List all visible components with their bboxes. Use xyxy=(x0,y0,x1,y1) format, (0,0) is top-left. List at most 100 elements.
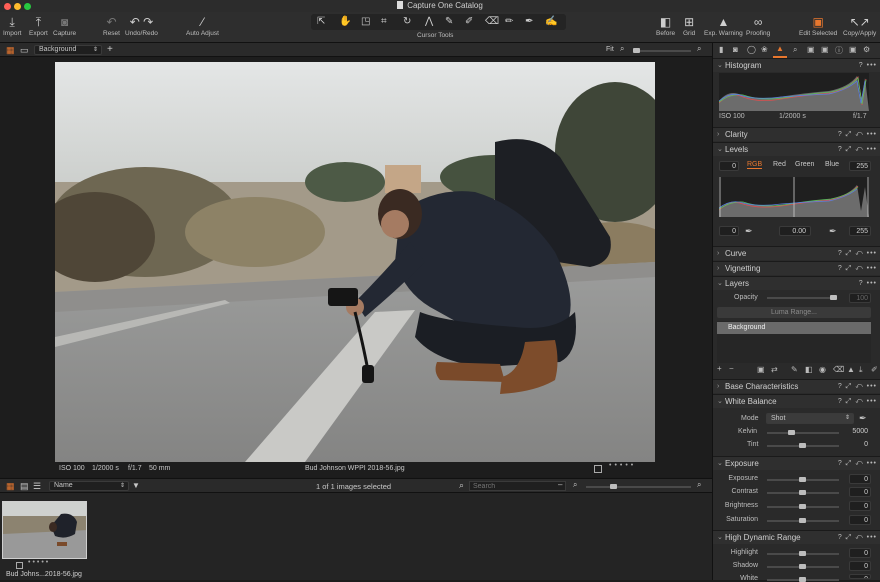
clear-search-icon[interactable]: – xyxy=(558,480,562,489)
thumbnail[interactable] xyxy=(2,501,87,559)
exposure-slider-knob[interactable] xyxy=(799,477,806,482)
section-actions[interactable]: ? ⤢ ↶ ••• xyxy=(838,143,877,156)
tint-value[interactable]: 0 xyxy=(864,441,868,448)
levels-tab-green[interactable]: Green xyxy=(795,161,814,168)
pan-hand-icon[interactable]: ✋ xyxy=(339,15,351,29)
mask-download-icon[interactable]: ⤓ xyxy=(859,365,863,375)
levels-histogram[interactable] xyxy=(718,177,869,217)
capture-button[interactable]: ◙ Capture xyxy=(53,14,76,37)
levels-input-high[interactable]: 255 xyxy=(849,161,871,171)
loupe-icon[interactable]: ◳ xyxy=(361,15,370,29)
layer-view-icon[interactable]: ▣ xyxy=(757,365,765,374)
shadow-slider[interactable] xyxy=(767,564,839,569)
select-checkbox[interactable] xyxy=(594,465,602,473)
brightness-slider-knob[interactable] xyxy=(799,504,806,509)
linear-gradient-icon[interactable]: ◧ xyxy=(805,365,813,374)
layers-header[interactable]: ⌄ Layers? ••• xyxy=(713,276,880,290)
local-adjustments-tab-icon[interactable]: ▣ xyxy=(807,45,815,54)
section-actions[interactable]: ? ⤢ ↶ ••• xyxy=(838,531,877,544)
exposure-header[interactable]: ⌄ Exposure? ⤢ ↶ ••• xyxy=(713,456,880,470)
thumb-size-large-icon[interactable]: ⌕ xyxy=(697,480,701,490)
details-tab-icon[interactable]: ⌕ xyxy=(793,45,797,55)
rotate-icon[interactable]: ↻ xyxy=(403,15,411,29)
brightness-value[interactable]: 0 xyxy=(849,501,871,511)
exposure-slider[interactable] xyxy=(767,477,839,482)
browser-grid-icon[interactable]: ▦ xyxy=(6,481,15,492)
spot-removal-icon[interactable]: ✎ xyxy=(445,15,453,29)
add-layer-icon[interactable]: + xyxy=(717,364,722,373)
clarity-header[interactable]: › Clarity? ⤢ ↶ ••• xyxy=(713,127,880,141)
grid-button[interactable]: ⊞ Grid xyxy=(683,14,695,37)
zoom-out-icon[interactable]: ⌕ xyxy=(620,44,624,54)
layer-select[interactable]: Background ⇕ xyxy=(34,45,102,55)
histogram-header[interactable]: ⌄ Histogram? ••• xyxy=(713,58,880,72)
wb-picker-icon[interactable]: ✒ xyxy=(859,413,867,424)
zoom-slider-knob[interactable] xyxy=(633,48,640,53)
section-actions[interactable]: ? ⤢ ↶ ••• xyxy=(838,395,877,408)
section-actions[interactable]: ? ⤢ ↶ ••• xyxy=(838,262,877,275)
capture-tab-icon[interactable]: ◙ xyxy=(733,45,738,54)
exposure-warning-button[interactable]: ▲ Exp. Warning xyxy=(704,14,743,37)
remove-layer-icon[interactable]: − xyxy=(729,364,734,373)
levels-header[interactable]: ⌄ Levels? ⤢ ↶ ••• xyxy=(713,142,880,156)
rating-dots[interactable]: ••••• xyxy=(609,462,636,469)
exposure-tab-icon[interactable]: ▲ xyxy=(776,44,784,53)
luma-range-button[interactable]: Luma Range... xyxy=(717,307,871,318)
output-tab-icon[interactable]: ▣ xyxy=(821,45,829,54)
base-characteristics-header[interactable]: › Base Characteristics? ⤢ ↶ ••• xyxy=(713,379,880,393)
exposure-value[interactable]: 0 xyxy=(849,474,871,484)
levels-output-low[interactable]: 0 xyxy=(719,226,739,236)
levels-output-high[interactable]: 255 xyxy=(849,226,871,236)
filter-icon[interactable]: ▼ xyxy=(132,481,140,490)
search-input[interactable] xyxy=(469,481,566,491)
wb-mode-select[interactable]: Shot ⇕ xyxy=(766,413,854,424)
tint-slider[interactable] xyxy=(767,443,839,448)
select-cursor-icon[interactable]: ⇱ xyxy=(317,15,325,29)
crop-icon[interactable]: ⌗ xyxy=(381,15,387,29)
library-tab-icon[interactable]: ▮ xyxy=(719,45,723,54)
mask-brush-icon[interactable]: ✐ xyxy=(871,365,878,374)
saturation-value[interactable]: 0 xyxy=(849,515,871,525)
highlight-slider-knob[interactable] xyxy=(799,551,806,556)
erase-mask-icon[interactable]: ⌫ xyxy=(833,365,844,374)
color-tab-icon[interactable]: ❀ xyxy=(761,45,768,54)
auto-adjust-button[interactable]: ⁄ Auto Adjust xyxy=(186,14,219,37)
zoom-in-icon[interactable]: ⌕ xyxy=(697,44,701,54)
zoom-slider[interactable] xyxy=(633,48,691,53)
metadata-tab-icon[interactable]: ⓘ xyxy=(835,45,843,56)
thumbnail-rating-dots[interactable]: ••••• xyxy=(28,559,50,566)
annotate-icon[interactable]: ✍ xyxy=(545,15,557,29)
curve-header[interactable]: › Curve? ⤢ ↶ ••• xyxy=(713,246,880,260)
close-window-button[interactable] xyxy=(4,3,11,10)
opacity-value[interactable]: 100 xyxy=(849,293,871,303)
section-actions[interactable]: ? ⤢ ↶ ••• xyxy=(838,128,877,141)
saturation-slider-knob[interactable] xyxy=(799,518,806,523)
brush-icon[interactable]: ✐ xyxy=(465,15,473,29)
levels-tab-rgb[interactable]: RGB xyxy=(747,161,763,169)
minimize-window-button[interactable] xyxy=(14,3,21,10)
grid-view-icon[interactable]: ▦ xyxy=(6,45,15,56)
copy-apply-button[interactable]: ↖↗ Copy/Apply xyxy=(843,14,876,37)
brightness-slider[interactable] xyxy=(767,504,839,509)
shadow-value[interactable]: 0 xyxy=(849,561,871,571)
vignetting-header[interactable]: › Vignetting? ⤢ ↶ ••• xyxy=(713,261,880,275)
saturation-slider[interactable] xyxy=(767,518,839,523)
highlight-slider[interactable] xyxy=(767,551,839,556)
browser-filmstrip-icon[interactable]: ▤ xyxy=(20,481,29,492)
export-button[interactable]: ⤒ Export xyxy=(29,14,48,37)
undo-redo-button[interactable]: ↶ ↷ Undo/Redo xyxy=(125,14,158,37)
kelvin-value[interactable]: 5000 xyxy=(852,428,868,435)
thumbnail-checkbox[interactable] xyxy=(16,562,23,569)
opacity-slider[interactable] xyxy=(767,295,837,300)
draw-mask-icon[interactable]: ✎ xyxy=(791,365,798,374)
hdr-header[interactable]: ⌄ High Dynamic Range? ⤢ ↶ ••• xyxy=(713,530,880,544)
shadow-slider-knob[interactable] xyxy=(799,564,806,569)
reset-button[interactable]: ↶ Reset xyxy=(103,14,120,37)
tint-slider-knob[interactable] xyxy=(799,443,806,448)
kelvin-slider[interactable] xyxy=(767,430,839,435)
white-point-picker-icon[interactable]: ✒ xyxy=(829,226,837,237)
white-slider[interactable] xyxy=(767,577,839,582)
fill-mask-icon[interactable]: ▲ xyxy=(847,365,855,374)
thumb-size-small-icon[interactable]: ⌕ xyxy=(573,480,577,490)
levels-tab-red[interactable]: Red xyxy=(773,161,786,168)
